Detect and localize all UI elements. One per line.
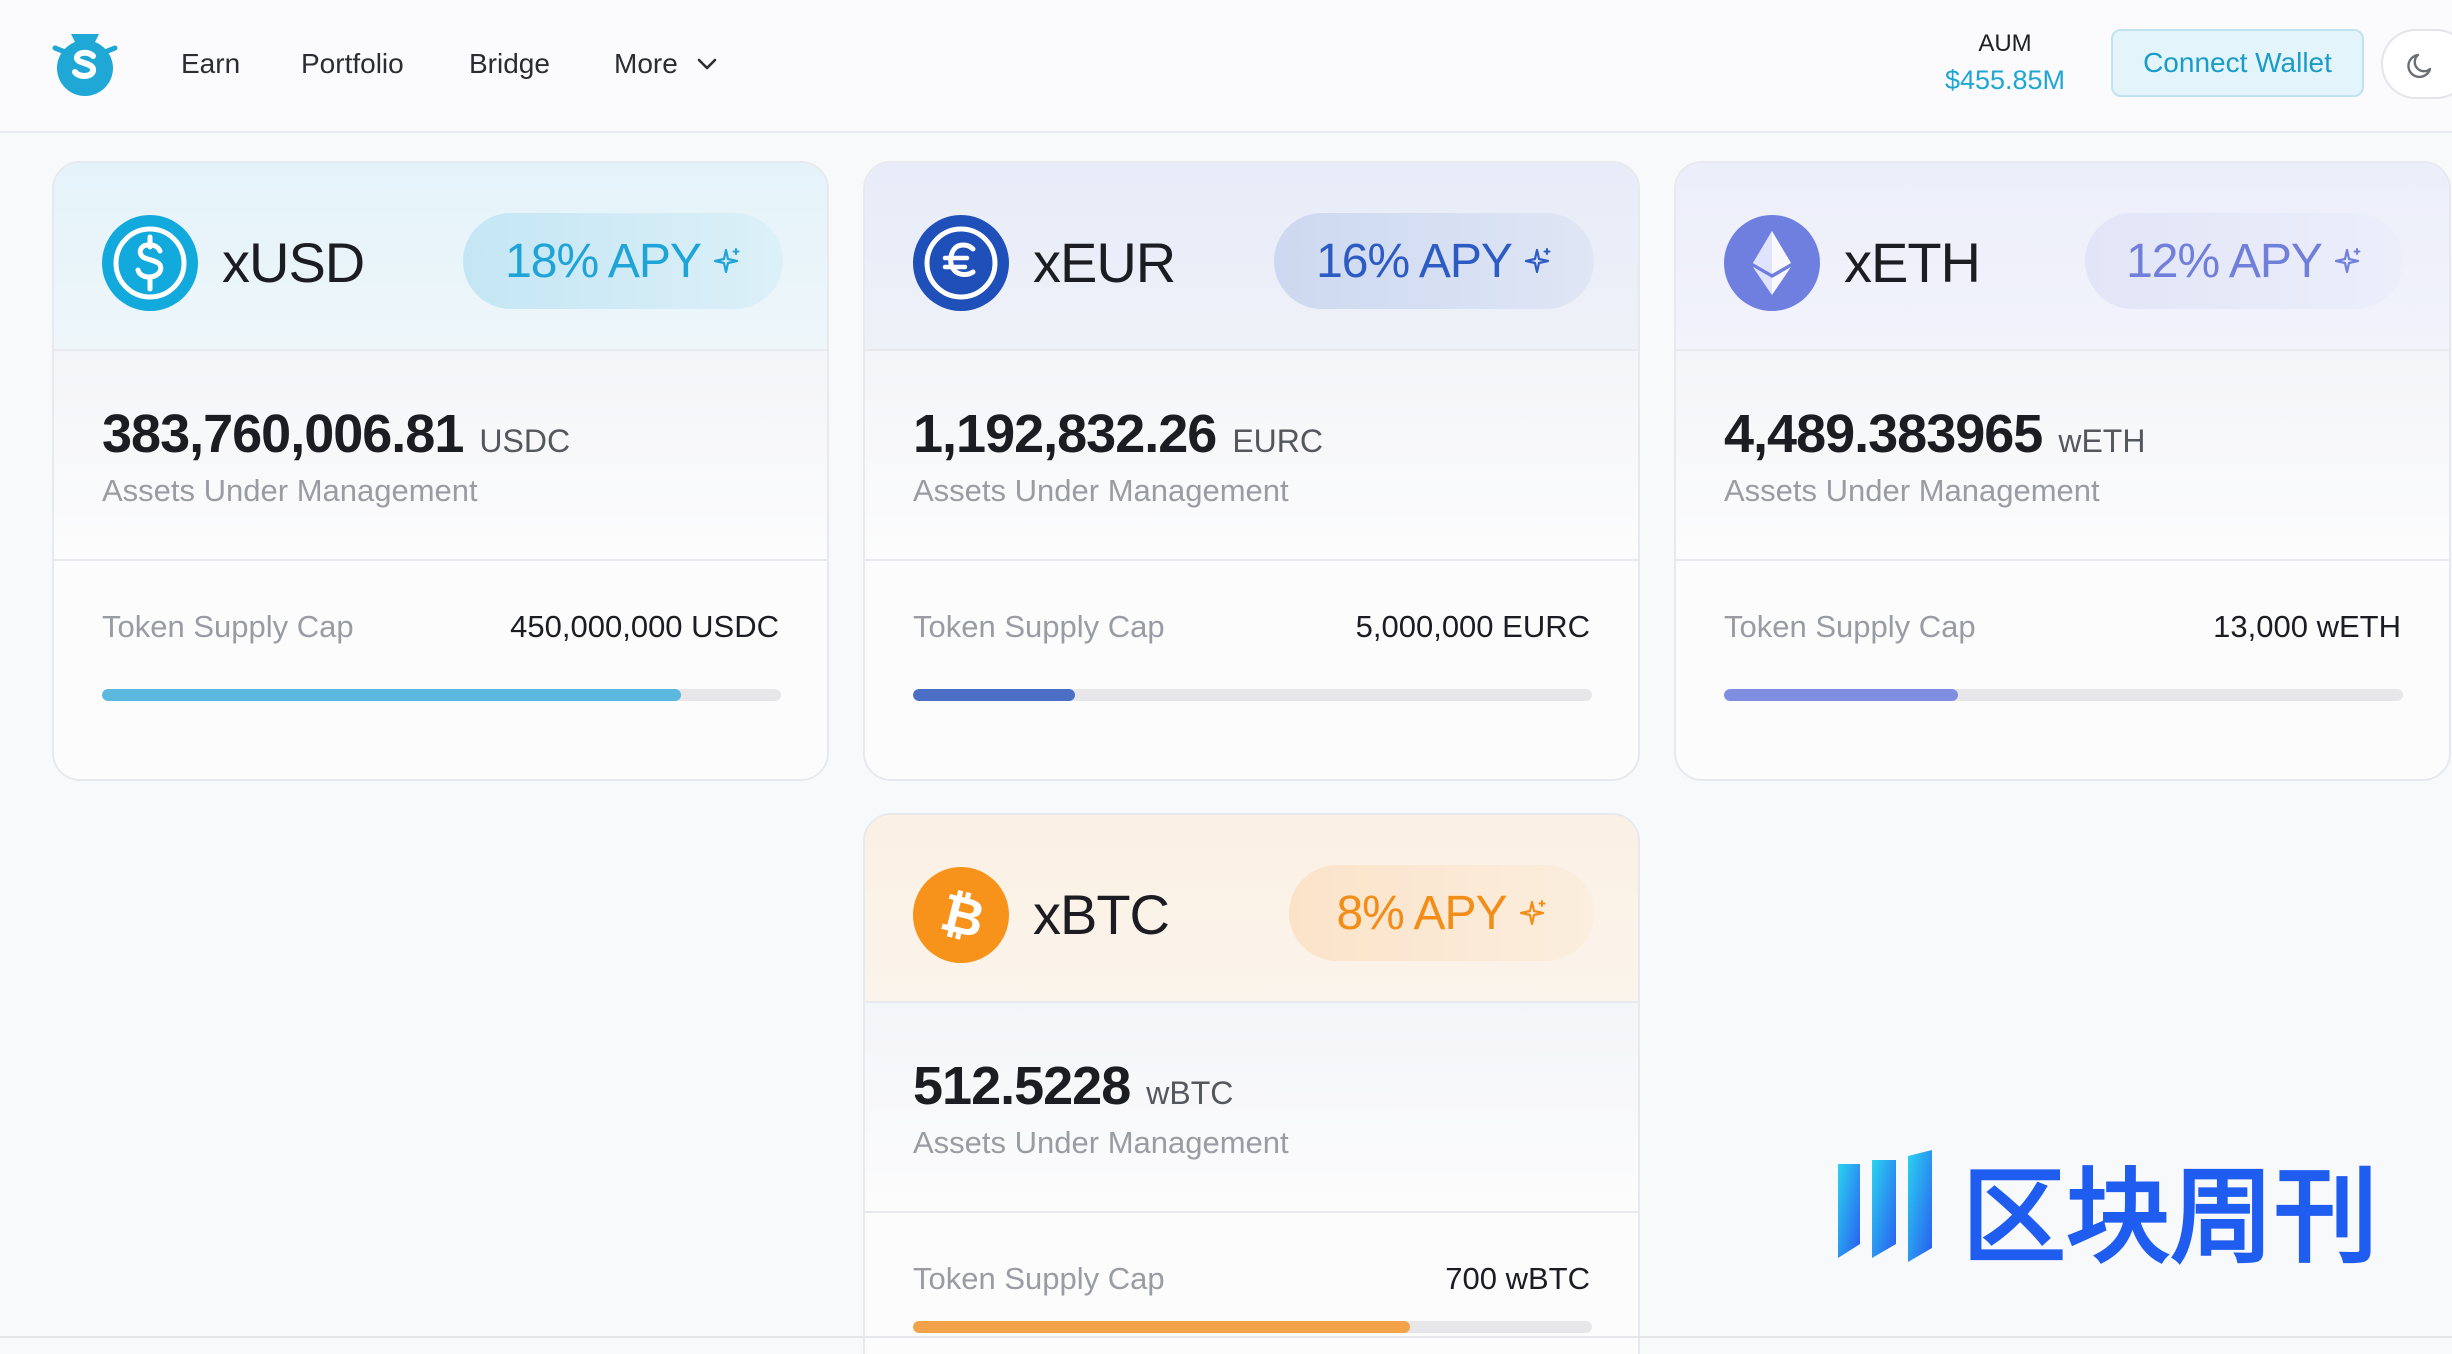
supply-cap-label: Token Supply Cap	[1724, 609, 1976, 644]
supply-cap-value: 700 wBTC	[1445, 1261, 1590, 1296]
watermark-logo: 区块周刊	[1838, 1150, 2378, 1278]
chevron-down-icon	[697, 58, 717, 70]
vault-aum-amount: 1,192,832.26	[913, 404, 1217, 464]
apy-badge: 18% APY	[463, 213, 783, 309]
supply-cap-label: Token Supply Cap	[102, 609, 354, 644]
vault-card-header: xETH 12% APY	[1676, 163, 2449, 351]
supply-cap-value: 450,000,000 USDC	[510, 609, 779, 644]
nav-bridge[interactable]: Bridge	[469, 44, 550, 84]
top-navbar: Earn Portfolio Bridge More AUM $455.85M …	[0, 0, 2452, 133]
vault-aum-section: 4,489.383965 wETH Assets Under Managemen…	[1676, 351, 2449, 561]
bitcoin-coin-icon: ₿	[913, 867, 1009, 963]
supply-progress-bar	[102, 689, 781, 701]
vault-card-xeur[interactable]: xEUR 16% APY 1,192,832.26 EURC Assets Un…	[863, 161, 1640, 781]
nav-earn[interactable]: Earn	[181, 44, 240, 84]
apy-label: 8% APY	[1336, 886, 1507, 940]
apy-label: 16% APY	[1316, 234, 1513, 288]
vault-name: xUSD	[222, 231, 365, 294]
ethereum-coin-icon	[1724, 215, 1820, 311]
moon-icon	[2407, 53, 2432, 79]
supply-progress-fill	[913, 1321, 1411, 1333]
vault-aum-section: 1,192,832.26 EURC Assets Under Managemen…	[865, 351, 1638, 561]
supply-progress-bar	[1724, 689, 2403, 701]
theme-toggle-button[interactable]	[2381, 29, 2452, 99]
vault-card-header: xUSD 18% APY	[54, 163, 827, 351]
sparkle-icon	[1519, 900, 1546, 926]
supply-cap-value: 5,000,000 EURC	[1355, 609, 1590, 644]
vault-aum-unit: wBTC	[1146, 1075, 1234, 1111]
nav-portfolio[interactable]: Portfolio	[301, 44, 404, 84]
apy-badge: 16% APY	[1274, 213, 1594, 309]
vault-card-header: xEUR 16% APY	[865, 163, 1638, 351]
nav-more-label: More	[614, 48, 678, 79]
vault-aum-caption: Assets Under Management	[1724, 473, 2100, 508]
supply-progress-fill	[913, 689, 1076, 701]
aum-summary: AUM $455.85M	[1930, 30, 2080, 98]
supply-progress-fill	[102, 689, 682, 701]
supply-cap-label: Token Supply Cap	[913, 1261, 1165, 1296]
supply-progress-bar	[913, 689, 1592, 701]
sparkle-icon	[713, 248, 740, 274]
supply-progress-fill	[1724, 689, 1959, 701]
vault-aum-section: 383,760,006.81 USDC Assets Under Managem…	[54, 351, 827, 561]
apy-label: 12% APY	[2126, 234, 2323, 288]
vault-name: xETH	[1844, 231, 1981, 294]
vault-aum-amount: 512.5228	[913, 1056, 1131, 1116]
vault-aum-unit: USDC	[479, 423, 571, 459]
supply-cap-value: 13,000 wETH	[2213, 609, 2401, 644]
connect-wallet-button[interactable]: Connect Wallet	[2111, 29, 2364, 97]
sparkle-icon	[2334, 248, 2361, 274]
vault-aum-caption: Assets Under Management	[102, 473, 478, 508]
vault-card-xeth[interactable]: xETH 12% APY 4,489.383965 wETH Assets Un…	[1674, 161, 2451, 781]
vault-card-xusd[interactable]: xUSD 18% APY 383,760,006.81 USDC Assets …	[52, 161, 829, 781]
supply-cap-label: Token Supply Cap	[913, 609, 1165, 644]
vault-name: xBTC	[1033, 883, 1170, 946]
vault-card-header: ₿ xBTC 8% APY	[865, 815, 1638, 1003]
vault-aum-amount: 4,489.383965	[1724, 404, 2043, 464]
usdc-coin-icon	[102, 215, 198, 311]
vault-aum-unit: EURC	[1232, 423, 1323, 459]
apy-label: 18% APY	[505, 234, 702, 288]
vault-name: xEUR	[1033, 231, 1176, 294]
aum-value: $455.85M	[1944, 65, 2066, 95]
sparkle-icon	[1524, 248, 1551, 274]
vault-aum-caption: Assets Under Management	[913, 1125, 1289, 1160]
vault-aum-unit: wETH	[2058, 423, 2146, 459]
apy-badge: 8% APY	[1289, 865, 1594, 961]
aum-label: AUM	[1978, 30, 2032, 57]
eurc-coin-icon	[913, 215, 1009, 311]
watermark-text: 区块周刊	[1962, 1156, 2378, 1278]
app-logo-icon[interactable]	[49, 28, 121, 100]
supply-progress-bar	[913, 1321, 1592, 1333]
vault-aum-amount: 383,760,006.81	[102, 404, 464, 464]
vault-aum-section: 512.5228 wBTC Assets Under Management	[865, 1003, 1638, 1213]
apy-badge: 12% APY	[2085, 213, 2403, 309]
page-bottom-divider	[0, 1336, 2452, 1338]
vault-aum-caption: Assets Under Management	[913, 473, 1289, 508]
vault-card-xbtc[interactable]: ₿ xBTC 8% APY 512.5228 wBTC Assets Under…	[863, 813, 1640, 1354]
nav-more-dropdown[interactable]: More	[614, 44, 718, 84]
